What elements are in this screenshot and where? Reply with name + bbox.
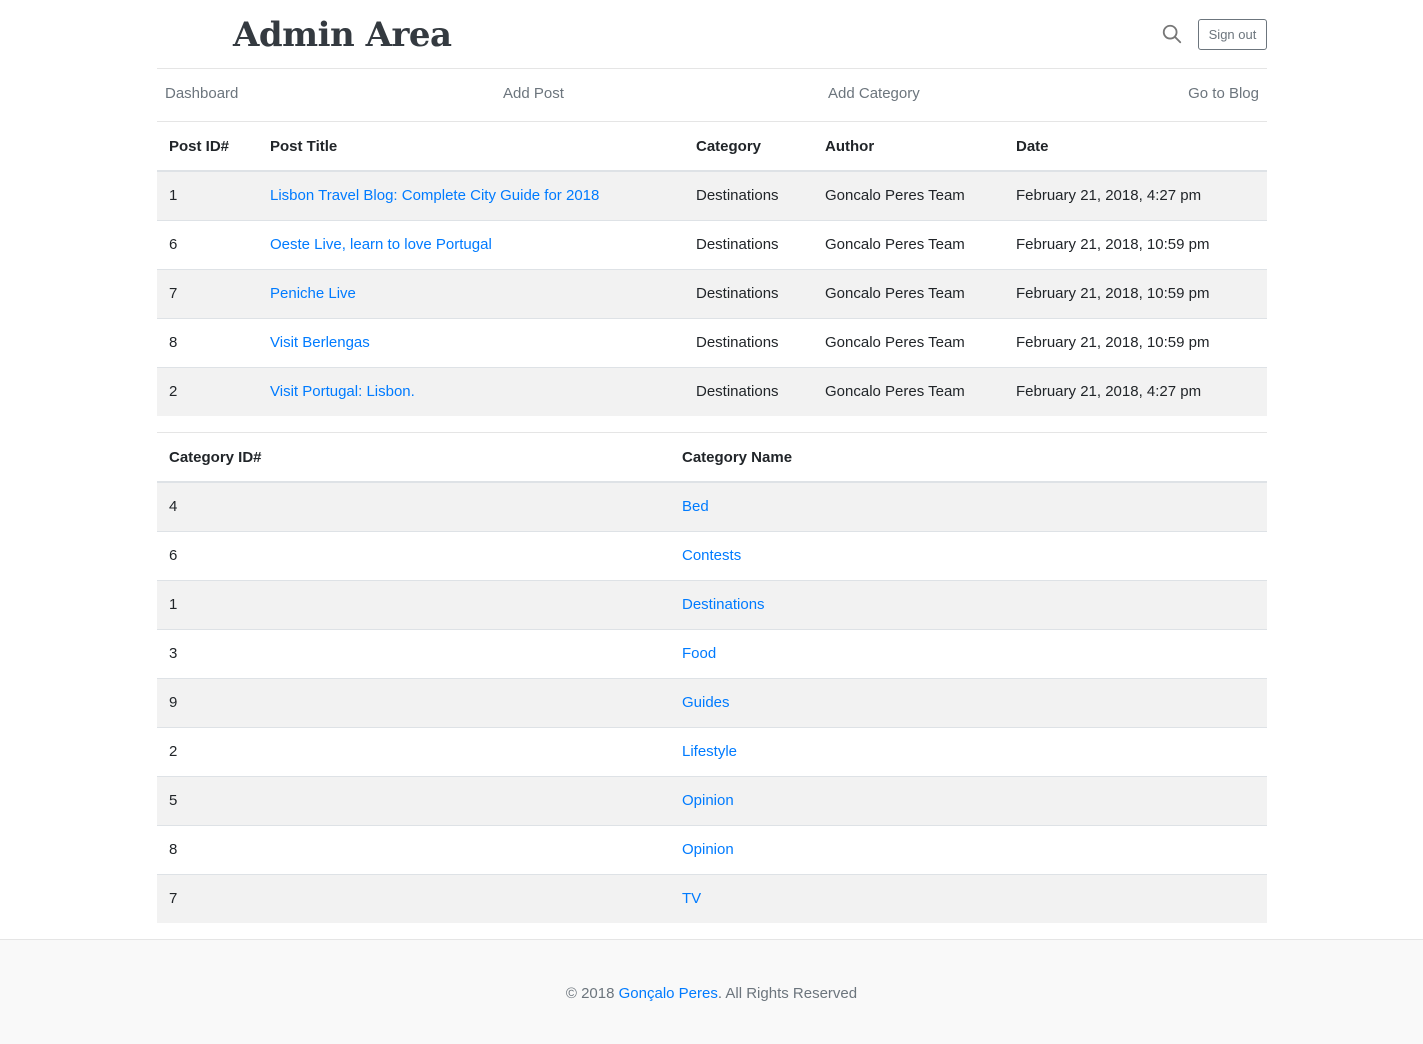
post-date: February 21, 2018, 10:59 pm — [1004, 317, 1267, 367]
category-name-cell: Opinion — [670, 775, 1267, 825]
table-row: 6 Oeste Live, learn to love Portugal Des… — [157, 219, 1267, 269]
nav-dashboard[interactable]: Dashboard — [165, 84, 238, 104]
category-name-cell: Destinations — [670, 579, 1267, 629]
post-title-cell: Visit Berlengas — [258, 317, 684, 367]
category-id: 6 — [157, 530, 670, 580]
post-id: 8 — [157, 317, 258, 367]
category-name-link[interactable]: Guides — [682, 694, 730, 711]
column-header-post-id: Post ID# — [157, 122, 258, 172]
column-header-category-name: Category Name — [670, 433, 1267, 483]
post-category: Destinations — [684, 366, 813, 416]
table-row: 2 Visit Portugal: Lisbon. Destinations G… — [157, 366, 1267, 416]
table-row: 6 Contests — [157, 530, 1267, 580]
category-id: 4 — [157, 481, 670, 531]
post-id: 1 — [157, 170, 258, 220]
category-id: 2 — [157, 726, 670, 776]
category-id: 7 — [157, 873, 670, 923]
categories-table: Category ID# Category Name 4 Bed 6 Conte… — [157, 433, 1267, 923]
table-row: 8 Visit Berlengas Destinations Goncalo P… — [157, 317, 1267, 367]
post-date: February 21, 2018, 10:59 pm — [1004, 268, 1267, 318]
category-name-cell: TV — [670, 873, 1267, 923]
post-date: February 21, 2018, 4:27 pm — [1004, 366, 1267, 416]
sign-out-button[interactable]: Sign out — [1198, 19, 1267, 50]
post-title-cell: Lisbon Travel Blog: Complete City Guide … — [258, 170, 684, 220]
nav-add-post[interactable]: Add Post — [503, 84, 564, 104]
table-row: 1 Lisbon Travel Blog: Complete City Guid… — [157, 170, 1267, 220]
search-icon[interactable] — [1161, 23, 1183, 45]
post-id: 6 — [157, 219, 258, 269]
column-header-date: Date — [1004, 122, 1267, 172]
category-name-link[interactable]: Destinations — [682, 596, 765, 613]
table-row: 1 Destinations — [157, 579, 1267, 629]
category-name-link[interactable]: Contests — [682, 547, 741, 564]
post-id: 2 — [157, 366, 258, 416]
categories-table-header-row: Category ID# Category Name — [157, 433, 1267, 483]
footer-copyright-prefix: © 2018 — [565, 985, 619, 1002]
category-name-link[interactable]: TV — [682, 890, 701, 907]
post-category: Destinations — [684, 170, 813, 220]
table-row: 8 Opinion — [157, 824, 1267, 874]
column-header-category-id: Category ID# — [157, 433, 670, 483]
post-title-link[interactable]: Visit Portugal: Lisbon. — [270, 383, 415, 400]
post-title-link[interactable]: Oeste Live, learn to love Portugal — [270, 236, 492, 253]
category-id: 8 — [157, 824, 670, 874]
post-author: Goncalo Peres Team — [813, 366, 1004, 416]
post-id: 7 — [157, 268, 258, 318]
brand-title: Admin Area — [233, 15, 452, 55]
category-id: 1 — [157, 579, 670, 629]
category-id: 5 — [157, 775, 670, 825]
post-title-link[interactable]: Lisbon Travel Blog: Complete City Guide … — [270, 187, 599, 204]
category-name-cell: Bed — [670, 481, 1267, 531]
post-title-cell: Peniche Live — [258, 268, 684, 318]
post-author: Goncalo Peres Team — [813, 219, 1004, 269]
category-name-link[interactable]: Opinion — [682, 841, 734, 858]
category-id: 9 — [157, 677, 670, 727]
post-title-link[interactable]: Visit Berlengas — [270, 334, 370, 351]
post-author: Goncalo Peres Team — [813, 170, 1004, 220]
category-name-cell: Opinion — [670, 824, 1267, 874]
table-row: 7 TV — [157, 873, 1267, 923]
footer-text: © 2018 Gonçalo Peres. All Rights Reserve… — [0, 984, 1423, 1004]
footer-copyright-suffix: . All Rights Reserved — [717, 985, 858, 1002]
table-row: 9 Guides — [157, 677, 1267, 727]
category-name-link[interactable]: Opinion — [682, 792, 734, 809]
categories-section: Category ID# Category Name 4 Bed 6 Conte… — [157, 432, 1267, 923]
post-date: February 21, 2018, 4:27 pm — [1004, 170, 1267, 220]
page-footer: © 2018 Gonçalo Peres. All Rights Reserve… — [0, 939, 1423, 1044]
category-name-cell: Food — [670, 628, 1267, 678]
table-row: 4 Bed — [157, 481, 1267, 531]
post-category: Destinations — [684, 219, 813, 269]
post-date: February 21, 2018, 10:59 pm — [1004, 219, 1267, 269]
posts-table: Post ID# Post Title Category Author Date… — [157, 122, 1267, 416]
post-title-cell: Oeste Live, learn to love Portugal — [258, 219, 684, 269]
table-row: 5 Opinion — [157, 775, 1267, 825]
category-name-cell: Guides — [670, 677, 1267, 727]
column-header-post-title: Post Title — [258, 122, 684, 172]
table-row: 3 Food — [157, 628, 1267, 678]
footer-author-link[interactable]: Gonçalo Peres — [619, 985, 718, 1002]
category-name-link[interactable]: Food — [682, 645, 716, 662]
table-row: 7 Peniche Live Destinations Goncalo Pere… — [157, 268, 1267, 318]
posts-table-header-row: Post ID# Post Title Category Author Date — [157, 122, 1267, 172]
category-id: 3 — [157, 628, 670, 678]
page-container: Admin Area Sign out Dashboard Add Post A… — [157, 0, 1267, 923]
post-title-link[interactable]: Peniche Live — [270, 285, 356, 302]
post-author: Goncalo Peres Team — [813, 317, 1004, 367]
column-header-category: Category — [684, 122, 813, 172]
post-title-cell: Visit Portugal: Lisbon. — [258, 366, 684, 416]
category-name-link[interactable]: Bed — [682, 498, 709, 515]
column-header-author: Author — [813, 122, 1004, 172]
post-author: Goncalo Peres Team — [813, 268, 1004, 318]
nav-add-category[interactable]: Add Category — [828, 84, 920, 104]
nav-go-to-blog[interactable]: Go to Blog — [1188, 84, 1259, 104]
page-header: Admin Area Sign out — [157, 0, 1267, 69]
table-row: 2 Lifestyle — [157, 726, 1267, 776]
category-name-cell: Contests — [670, 530, 1267, 580]
category-name-cell: Lifestyle — [670, 726, 1267, 776]
post-category: Destinations — [684, 268, 813, 318]
category-name-link[interactable]: Lifestyle — [682, 743, 737, 760]
main-nav: Dashboard Add Post Add Category Go to Bl… — [157, 69, 1267, 122]
post-category: Destinations — [684, 317, 813, 367]
